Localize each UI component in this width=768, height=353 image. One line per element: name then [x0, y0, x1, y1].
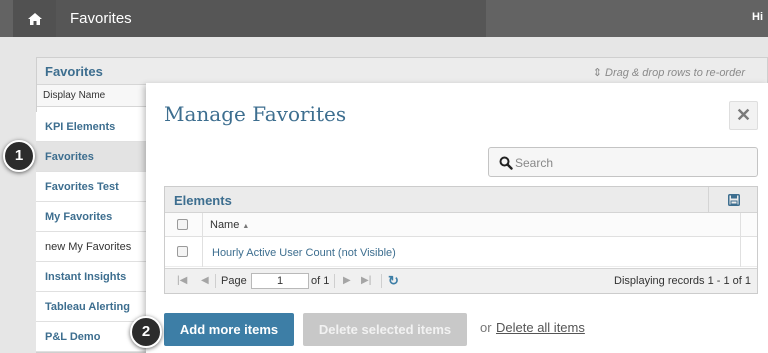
display-name-label: Display Name [43, 90, 106, 101]
delete-all-items-link[interactable]: Delete all items [496, 320, 585, 335]
pager-divider [381, 274, 382, 288]
top-bar: Favorites Hi [0, 0, 768, 37]
next-page-icon[interactable]: ▶ [343, 275, 351, 286]
list-item[interactable]: KPI Elements [36, 112, 146, 142]
name-column-label: Name [210, 219, 240, 231]
home-button[interactable] [13, 0, 56, 37]
list-item-label: new My Favorites [45, 241, 132, 253]
list-item[interactable]: Favorites Test [36, 172, 146, 202]
previous-page-icon[interactable]: ◀ [201, 275, 209, 286]
add-more-items-button[interactable]: Add more items [164, 313, 294, 346]
pager-divider [215, 274, 216, 288]
grid-column-headers: Name ▲ [165, 213, 757, 237]
close-button[interactable]: ✕ [729, 101, 758, 130]
or-label: or [480, 320, 492, 335]
grid-scroll-gutter [740, 237, 758, 267]
list-item-label: Favorites Test [45, 181, 119, 193]
manage-favorites-modal: Manage Favorites ✕ Elements [146, 83, 768, 353]
breadcrumb[interactable]: Favorites [56, 0, 486, 37]
favorites-panel-header: Favorites ⇕ Drag & drop rows to re-order [37, 58, 767, 85]
refresh-icon[interactable]: ↻ [388, 274, 399, 288]
list-item[interactable]: Tableau Alerting [36, 292, 146, 322]
search-box [488, 147, 758, 177]
row-name[interactable]: Hourly Active User Count (not Visible) [212, 247, 396, 259]
list-item[interactable]: My Favorites [36, 202, 146, 232]
sort-ascending-icon: ▲ [242, 223, 250, 230]
grid-scroll-gutter [740, 213, 758, 236]
modal-title: Manage Favorites [164, 102, 347, 126]
page-number-input[interactable]: 1 [251, 273, 309, 289]
table-row[interactable]: Hourly Active User Count (not Visible) [165, 237, 757, 267]
row-checkbox-cell [165, 237, 203, 267]
breadcrumb-label: Favorites [70, 10, 132, 27]
home-icon [27, 12, 42, 25]
list-item[interactable]: P&L Demo [36, 322, 146, 352]
list-item-label: Instant Insights [45, 271, 127, 283]
user-greeting[interactable]: Hi [752, 11, 763, 23]
search-icon [499, 156, 513, 170]
pager-divider [334, 274, 335, 288]
select-all-checkbox[interactable] [177, 219, 188, 230]
row-checkbox[interactable] [177, 246, 188, 257]
list-item-label: P&L Demo [45, 331, 101, 343]
favorites-list: KPI Elements Favorites Favorites Test My… [36, 112, 146, 352]
select-all-cell [165, 213, 203, 236]
elements-grid-header: Elements [165, 187, 757, 213]
save-button[interactable] [708, 187, 758, 212]
list-item-label: Favorites [45, 151, 94, 163]
list-item-label: My Favorites [45, 211, 113, 223]
grid-pager: |◀ ◀ Page 1 of 1 ▶ ▶| ↻ Displaying recor… [165, 268, 757, 293]
list-item-label: KPI Elements [45, 121, 116, 133]
list-item[interactable]: Favorites [36, 142, 146, 172]
drag-hint: ⇕ Drag & drop rows to re-order [593, 66, 745, 79]
search-input[interactable] [515, 152, 750, 173]
elements-grid: Elements Name ▲ Hourly Active User Count… [164, 186, 758, 294]
list-item-label: Tableau Alerting [45, 301, 130, 313]
last-page-icon[interactable]: ▶| [361, 275, 371, 286]
step-callout-1: 1 [3, 140, 35, 172]
elements-grid-title: Elements [174, 193, 232, 208]
list-item[interactable]: new My Favorites [36, 232, 146, 262]
drag-hint-text: Drag & drop rows to re-order [605, 67, 745, 79]
sort-icon: ⇕ [592, 67, 602, 79]
step-callout-2: 2 [130, 316, 162, 348]
favorites-panel-title: Favorites [45, 64, 103, 79]
displaying-records-text: Displaying records 1 - 1 of 1 [614, 275, 751, 287]
name-column-header[interactable]: Name ▲ [210, 219, 249, 231]
page-label: Page [221, 275, 247, 287]
save-icon [727, 193, 740, 206]
close-icon: ✕ [735, 105, 752, 125]
delete-selected-items-button[interactable]: Delete selected items [303, 313, 467, 346]
page-count-label: of 1 [311, 275, 330, 287]
first-page-icon[interactable]: |◀ [177, 275, 187, 286]
list-item[interactable]: Instant Insights [36, 262, 146, 292]
